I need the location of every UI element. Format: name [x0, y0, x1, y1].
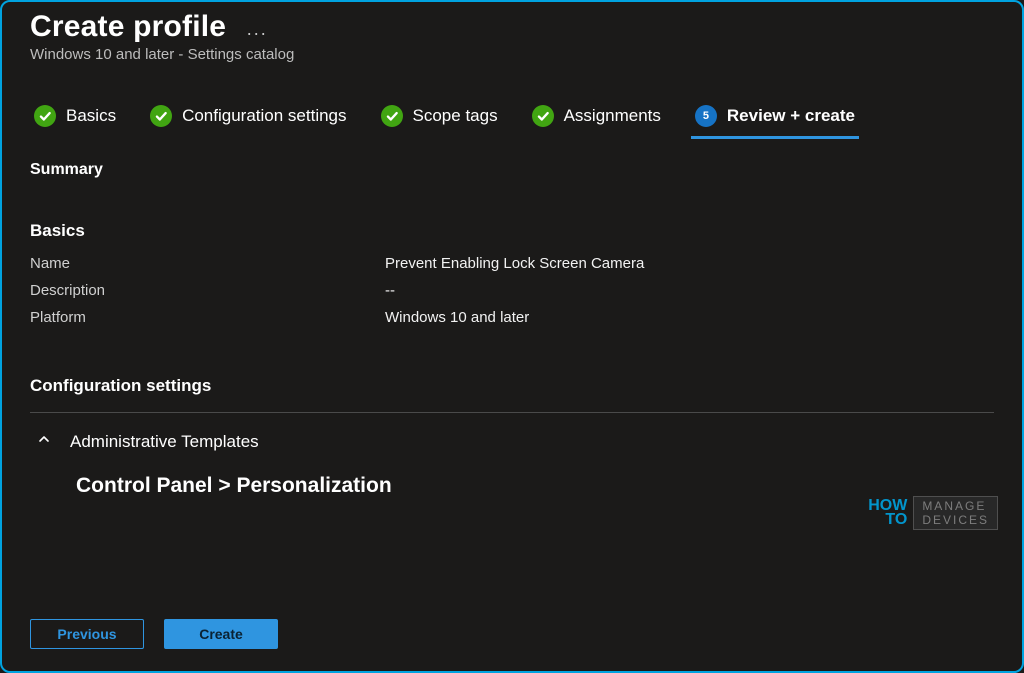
wizard-step-configuration-settings[interactable]: Configuration settings: [150, 105, 346, 137]
wizard-step-basics[interactable]: Basics: [34, 105, 116, 137]
row-value: --: [385, 282, 395, 299]
page-title: Create profile: [30, 10, 226, 44]
wizard-step-label: Configuration settings: [182, 106, 346, 126]
wizard-step-review-create[interactable]: 5 Review + create: [695, 105, 855, 137]
row-value: Windows 10 and later: [385, 309, 529, 326]
more-icon[interactable]: ···: [246, 23, 267, 44]
accordion-label: Administrative Templates: [70, 432, 259, 452]
wizard-step-label: Basics: [66, 106, 116, 126]
wizard-step-assignments[interactable]: Assignments: [532, 105, 661, 137]
summary-heading: Summary: [30, 161, 994, 179]
wizard-step-label: Review + create: [727, 106, 855, 126]
row-key: Description: [30, 282, 385, 299]
check-icon: [381, 105, 403, 127]
check-icon: [34, 105, 56, 127]
table-row: Platform Windows 10 and later: [30, 309, 994, 326]
table-row: Name Prevent Enabling Lock Screen Camera: [30, 255, 994, 272]
row-key: Name: [30, 255, 385, 272]
wizard-step-label: Scope tags: [413, 106, 498, 126]
category-path: Control Panel > Personalization: [30, 474, 994, 498]
basics-rows: Name Prevent Enabling Lock Screen Camera…: [30, 255, 994, 336]
wizard-step-label: Assignments: [564, 106, 661, 126]
check-icon: [532, 105, 554, 127]
basics-heading: Basics: [30, 221, 994, 241]
create-button[interactable]: Create: [164, 619, 278, 649]
row-value: Prevent Enabling Lock Screen Camera: [385, 255, 644, 272]
accordion-administrative-templates[interactable]: Administrative Templates: [30, 431, 994, 452]
chevron-up-icon: [36, 431, 52, 452]
previous-button[interactable]: Previous: [30, 619, 144, 649]
wizard-steps: Basics Configuration settings Scope tags…: [30, 105, 994, 137]
row-key: Platform: [30, 309, 385, 326]
divider: [30, 412, 994, 413]
page-subtitle: Windows 10 and later - Settings catalog: [30, 46, 994, 63]
step-number-badge: 5: [695, 105, 717, 127]
table-row: Description --: [30, 282, 994, 299]
watermark-logo: HOW TO MANAGE DEVICES: [868, 496, 998, 530]
wizard-step-scope-tags[interactable]: Scope tags: [381, 105, 498, 137]
configuration-settings-heading: Configuration settings: [30, 376, 994, 396]
check-icon: [150, 105, 172, 127]
